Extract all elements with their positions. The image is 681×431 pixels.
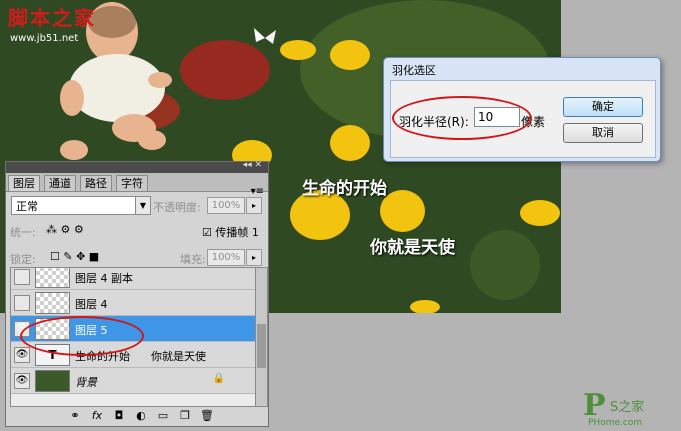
opacity-arrow-icon[interactable]: ▸ — [246, 197, 262, 214]
propagate-label: 传播帧 1 — [215, 226, 259, 239]
dialog-title: 羽化选区 — [392, 64, 436, 77]
lock-icons[interactable]: ☐ ✎ ✥ ■ — [50, 250, 99, 263]
corner-logo-sub: S之家 — [610, 400, 645, 415]
trash-icon[interactable]: 🗑 — [196, 409, 218, 422]
watermark-url: www.jb51.net — [10, 33, 79, 44]
tab-channels[interactable]: 通道 — [44, 175, 76, 191]
layer-thumbnail — [35, 268, 70, 288]
layers-panel: ◂◂ ✕ 图层 通道 路径 字符 ▾≡ 正常 ▼ 不透明度: 100% ▸ 统一… — [5, 160, 269, 427]
cancel-button[interactable]: 取消 — [563, 123, 643, 143]
corner-logo-small: PHome.com — [588, 418, 643, 428]
tab-paths[interactable]: 路径 — [80, 175, 112, 191]
tab-character[interactable]: 字符 — [116, 175, 148, 191]
mask-icon[interactable]: ◘ — [108, 409, 130, 422]
highlight-ellipse — [392, 96, 532, 140]
flower-yellow — [330, 40, 370, 70]
panel-tabs: 图层 通道 路径 字符 ▾≡ — [6, 173, 268, 197]
chevron-down-icon: ▼ — [135, 197, 150, 214]
opacity-label: 不透明度: — [153, 201, 201, 214]
scrollbar-thumb[interactable] — [257, 324, 266, 368]
unify-icons[interactable]: ⁂ ⚙ ⚙ — [46, 223, 84, 236]
fx-icon[interactable]: fx — [86, 409, 108, 422]
visibility-toggle[interactable] — [14, 269, 30, 285]
lock-icon: 🔒 — [212, 373, 225, 384]
opacity-value[interactable]: 100% — [207, 197, 245, 214]
layer-name: 背景 — [75, 376, 97, 389]
highlight-ellipse — [20, 316, 144, 356]
new-layer-icon[interactable]: ❐ — [174, 409, 196, 422]
butterfly-icon — [254, 28, 276, 44]
background-thumbnail — [35, 370, 70, 392]
layer-name: 图层 4 副本 — [75, 272, 133, 285]
fill-arrow-icon[interactable]: ▸ — [246, 249, 262, 266]
foliage — [470, 230, 540, 300]
eye-icon[interactable]: 👁 — [14, 347, 30, 363]
flower-yellow — [520, 200, 560, 226]
ok-button[interactable]: 确定 — [563, 97, 643, 117]
fill-label: 填充: — [180, 253, 206, 266]
layer-row[interactable]: 图层 4 副本 — [11, 268, 255, 290]
fill-value[interactable]: 100% — [207, 249, 245, 266]
watermark-site: 脚本之家 — [8, 6, 96, 30]
layers-scrollbar[interactable] — [255, 267, 268, 407]
blend-mode-select[interactable]: 正常 ▼ — [11, 196, 151, 215]
flower-yellow — [280, 40, 316, 60]
layer-name: 图层 4 — [75, 298, 108, 311]
collapse-icon[interactable]: ◂◂ ✕ — [243, 160, 262, 170]
lock-label: 锁定: — [10, 253, 36, 266]
propagate-checkbox[interactable]: ☑ 传播帧 1 — [202, 224, 259, 240]
visibility-toggle[interactable] — [14, 295, 30, 311]
canvas-text-1: 生命的开始 — [302, 179, 387, 199]
canvas-text-2: 你就是天使 — [370, 238, 455, 258]
panel-menu-icon[interactable]: ▾≡ — [251, 186, 264, 197]
panel-bottom-toolbar: ⚭ fx ◘ ◐ ▭ ❐ 🗑 — [64, 409, 218, 422]
adjustment-icon[interactable]: ◐ — [130, 409, 152, 422]
layer-row[interactable]: 👁 背景 🔒 — [11, 368, 255, 394]
folder-icon[interactable]: ▭ — [152, 409, 174, 422]
flower-yellow — [410, 300, 440, 313]
blend-mode-value: 正常 — [16, 200, 38, 213]
tab-layers[interactable]: 图层 — [8, 175, 40, 191]
eye-icon[interactable]: 👁 — [14, 373, 30, 389]
unify-label: 统一: — [10, 226, 36, 239]
panel-titlebar[interactable]: ◂◂ ✕ — [6, 160, 268, 173]
layer-thumbnail — [35, 292, 70, 314]
layer-row[interactable]: 图层 4 — [11, 290, 255, 316]
link-icon[interactable]: ⚭ — [64, 409, 86, 422]
flower-yellow — [330, 125, 370, 161]
